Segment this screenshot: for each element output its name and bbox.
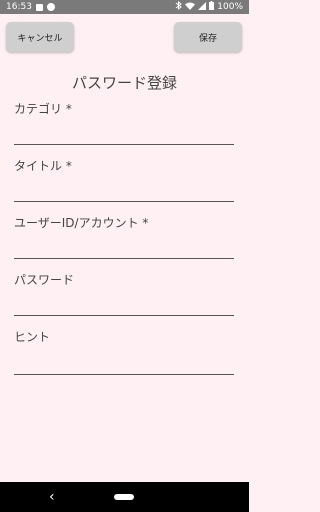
- title-input[interactable]: [14, 183, 234, 202]
- signal-icon: [198, 1, 207, 13]
- notification-square-icon: [35, 3, 43, 11]
- user-id-input[interactable]: [14, 240, 234, 259]
- title-label: タイトル *: [14, 159, 72, 173]
- hint-label: ヒント: [14, 330, 51, 344]
- battery-level: 100%: [217, 2, 243, 12]
- password-label: パスワード: [14, 273, 75, 287]
- home-pill-icon[interactable]: [114, 494, 134, 500]
- navigation-bar: ‹: [0, 482, 249, 512]
- category-input[interactable]: [14, 126, 234, 145]
- back-icon[interactable]: ‹: [49, 489, 55, 505]
- status-time: 16:53: [6, 2, 32, 12]
- battery-icon: [209, 1, 215, 13]
- page-title: パスワード登録: [71, 74, 177, 92]
- save-button[interactable]: 保存: [174, 22, 242, 52]
- notification-circle-icon: [46, 3, 55, 11]
- status-left: 16:53: [6, 2, 55, 12]
- status-bar: 16:53 100%: [0, 0, 249, 14]
- category-label: カテゴリ *: [14, 102, 72, 116]
- user-id-label: ユーザーID/アカウント *: [14, 216, 149, 230]
- bluetooth-icon: [175, 0, 183, 13]
- wifi-icon: [185, 2, 196, 13]
- password-field: パスワード: [14, 271, 234, 316]
- hint-field: ヒント: [14, 328, 234, 375]
- user-id-field: ユーザーID/アカウント *: [14, 214, 234, 259]
- cancel-button[interactable]: キャンセル: [6, 22, 74, 52]
- title-field: タイトル *: [14, 157, 234, 202]
- password-input[interactable]: [14, 297, 234, 316]
- category-field: カテゴリ *: [14, 100, 234, 145]
- status-right: 100%: [175, 0, 243, 13]
- hint-input[interactable]: [14, 356, 234, 375]
